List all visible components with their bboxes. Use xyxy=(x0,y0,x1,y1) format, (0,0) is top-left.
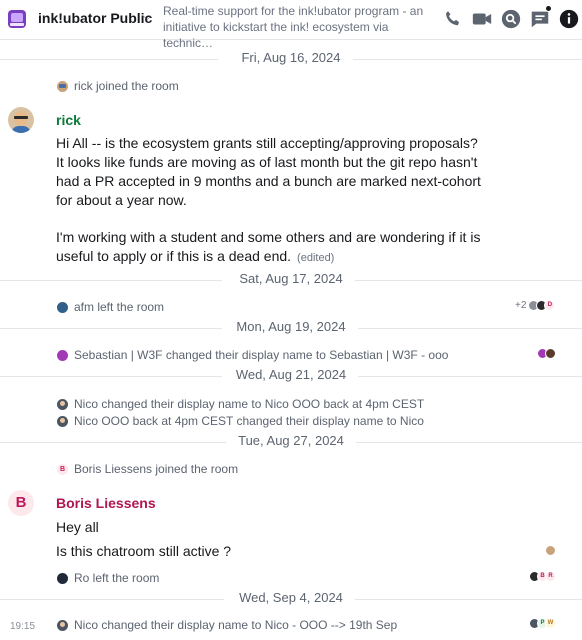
room-avatar-screen xyxy=(11,13,23,22)
avatar[interactable] xyxy=(57,301,68,313)
room-topic[interactable]: Real-time support for the ink!ubator pro… xyxy=(163,3,438,51)
avatar[interactable] xyxy=(57,349,68,361)
message-body: Is this chatroom still active ? xyxy=(56,543,232,559)
avatar xyxy=(545,544,556,556)
message-body: Hi All -- is the ecosystem grants still … xyxy=(56,135,481,208)
avatar[interactable] xyxy=(57,398,68,410)
membership-event: B Boris Liessens joined the room xyxy=(57,461,238,477)
date-label: Mon, Aug 19, 2024 xyxy=(224,319,358,334)
date-label: Fri, Aug 16, 2024 xyxy=(229,50,353,65)
receipts-count: +2 xyxy=(515,299,527,311)
date-label: Wed, Sep 4, 2024 xyxy=(227,590,355,605)
date-label: Sat, Aug 17, 2024 xyxy=(227,271,355,286)
phone-icon[interactable] xyxy=(442,8,464,30)
read-receipts[interactable]: +2 D xyxy=(515,299,556,311)
avatar[interactable] xyxy=(57,572,68,584)
message-sender[interactable]: Boris Liessens xyxy=(56,495,156,511)
message-sender[interactable]: rick xyxy=(56,112,81,128)
event-text: Nico OOO back at 4pm CEST changed their … xyxy=(74,414,424,428)
room-header: ink!ubator Public ⌵ Real-time support fo… xyxy=(0,0,582,50)
room-avatar-base xyxy=(10,23,24,26)
membership-event: Ro left the room xyxy=(57,570,159,586)
membership-event: rick joined the room xyxy=(57,78,179,94)
message-text: I'm working with a student and some othe… xyxy=(56,229,481,264)
membership-event: afm left the room xyxy=(57,299,164,315)
event-text: rick joined the room xyxy=(74,79,179,93)
date-separator: Fri, Aug 16, 2024 xyxy=(0,49,582,69)
date-label: Tue, Aug 27, 2024 xyxy=(226,433,356,448)
message-body: Hey all xyxy=(56,519,99,535)
edited-marker[interactable]: (edited) xyxy=(297,252,334,264)
room-avatar[interactable] xyxy=(8,10,26,28)
avatar: R xyxy=(545,570,556,582)
event-timestamp: 19:15 xyxy=(10,621,36,632)
threads-notification-dot xyxy=(545,5,552,12)
info-icon[interactable] xyxy=(558,8,580,30)
avatar[interactable]: B xyxy=(57,463,68,475)
read-receipts[interactable]: P W xyxy=(529,617,556,629)
display-name-event: Nico changed their display name to Nico … xyxy=(57,617,397,633)
event-text: Sebastian | W3F changed their display na… xyxy=(74,348,449,362)
avatar[interactable] xyxy=(8,107,34,133)
event-text: Ro left the room xyxy=(74,571,160,585)
date-separator: Sat, Aug 17, 2024 xyxy=(0,270,582,290)
date-separator: Wed, Aug 21, 2024 xyxy=(0,366,582,386)
avatar[interactable] xyxy=(57,619,68,631)
read-receipts[interactable]: B R xyxy=(529,570,556,582)
avatar: W xyxy=(545,617,556,629)
event-text: Nico changed their display name to Nico … xyxy=(74,618,398,632)
room-name[interactable]: ink!ubator Public xyxy=(38,10,152,26)
search-icon[interactable] xyxy=(500,8,522,30)
event-text: Boris Liessens joined the room xyxy=(74,462,239,476)
video-icon[interactable] xyxy=(471,8,493,30)
date-separator: Wed, Sep 4, 2024 xyxy=(0,589,582,609)
date-separator: Tue, Aug 27, 2024 xyxy=(0,432,582,452)
display-name-event: Nico OOO back at 4pm CEST changed their … xyxy=(57,413,424,429)
avatar[interactable] xyxy=(57,80,68,92)
display-name-event: Sebastian | W3F changed their display na… xyxy=(57,347,448,363)
event-text: Nico changed their display name to Nico … xyxy=(74,397,425,411)
read-receipts[interactable] xyxy=(545,544,556,556)
chevron-down-icon[interactable]: ⌵ xyxy=(143,11,151,24)
avatar[interactable] xyxy=(57,415,68,427)
message-body: I'm working with a student and some othe… xyxy=(56,228,486,268)
date-label: Wed, Aug 21, 2024 xyxy=(223,367,359,382)
avatar: D xyxy=(544,299,556,311)
read-receipts[interactable] xyxy=(537,347,556,359)
avatar xyxy=(545,347,556,359)
date-separator: Mon, Aug 19, 2024 xyxy=(0,318,582,338)
avatar[interactable]: B xyxy=(8,490,34,516)
event-text: afm left the room xyxy=(74,300,165,314)
display-name-event: Nico changed their display name to Nico … xyxy=(57,396,424,412)
